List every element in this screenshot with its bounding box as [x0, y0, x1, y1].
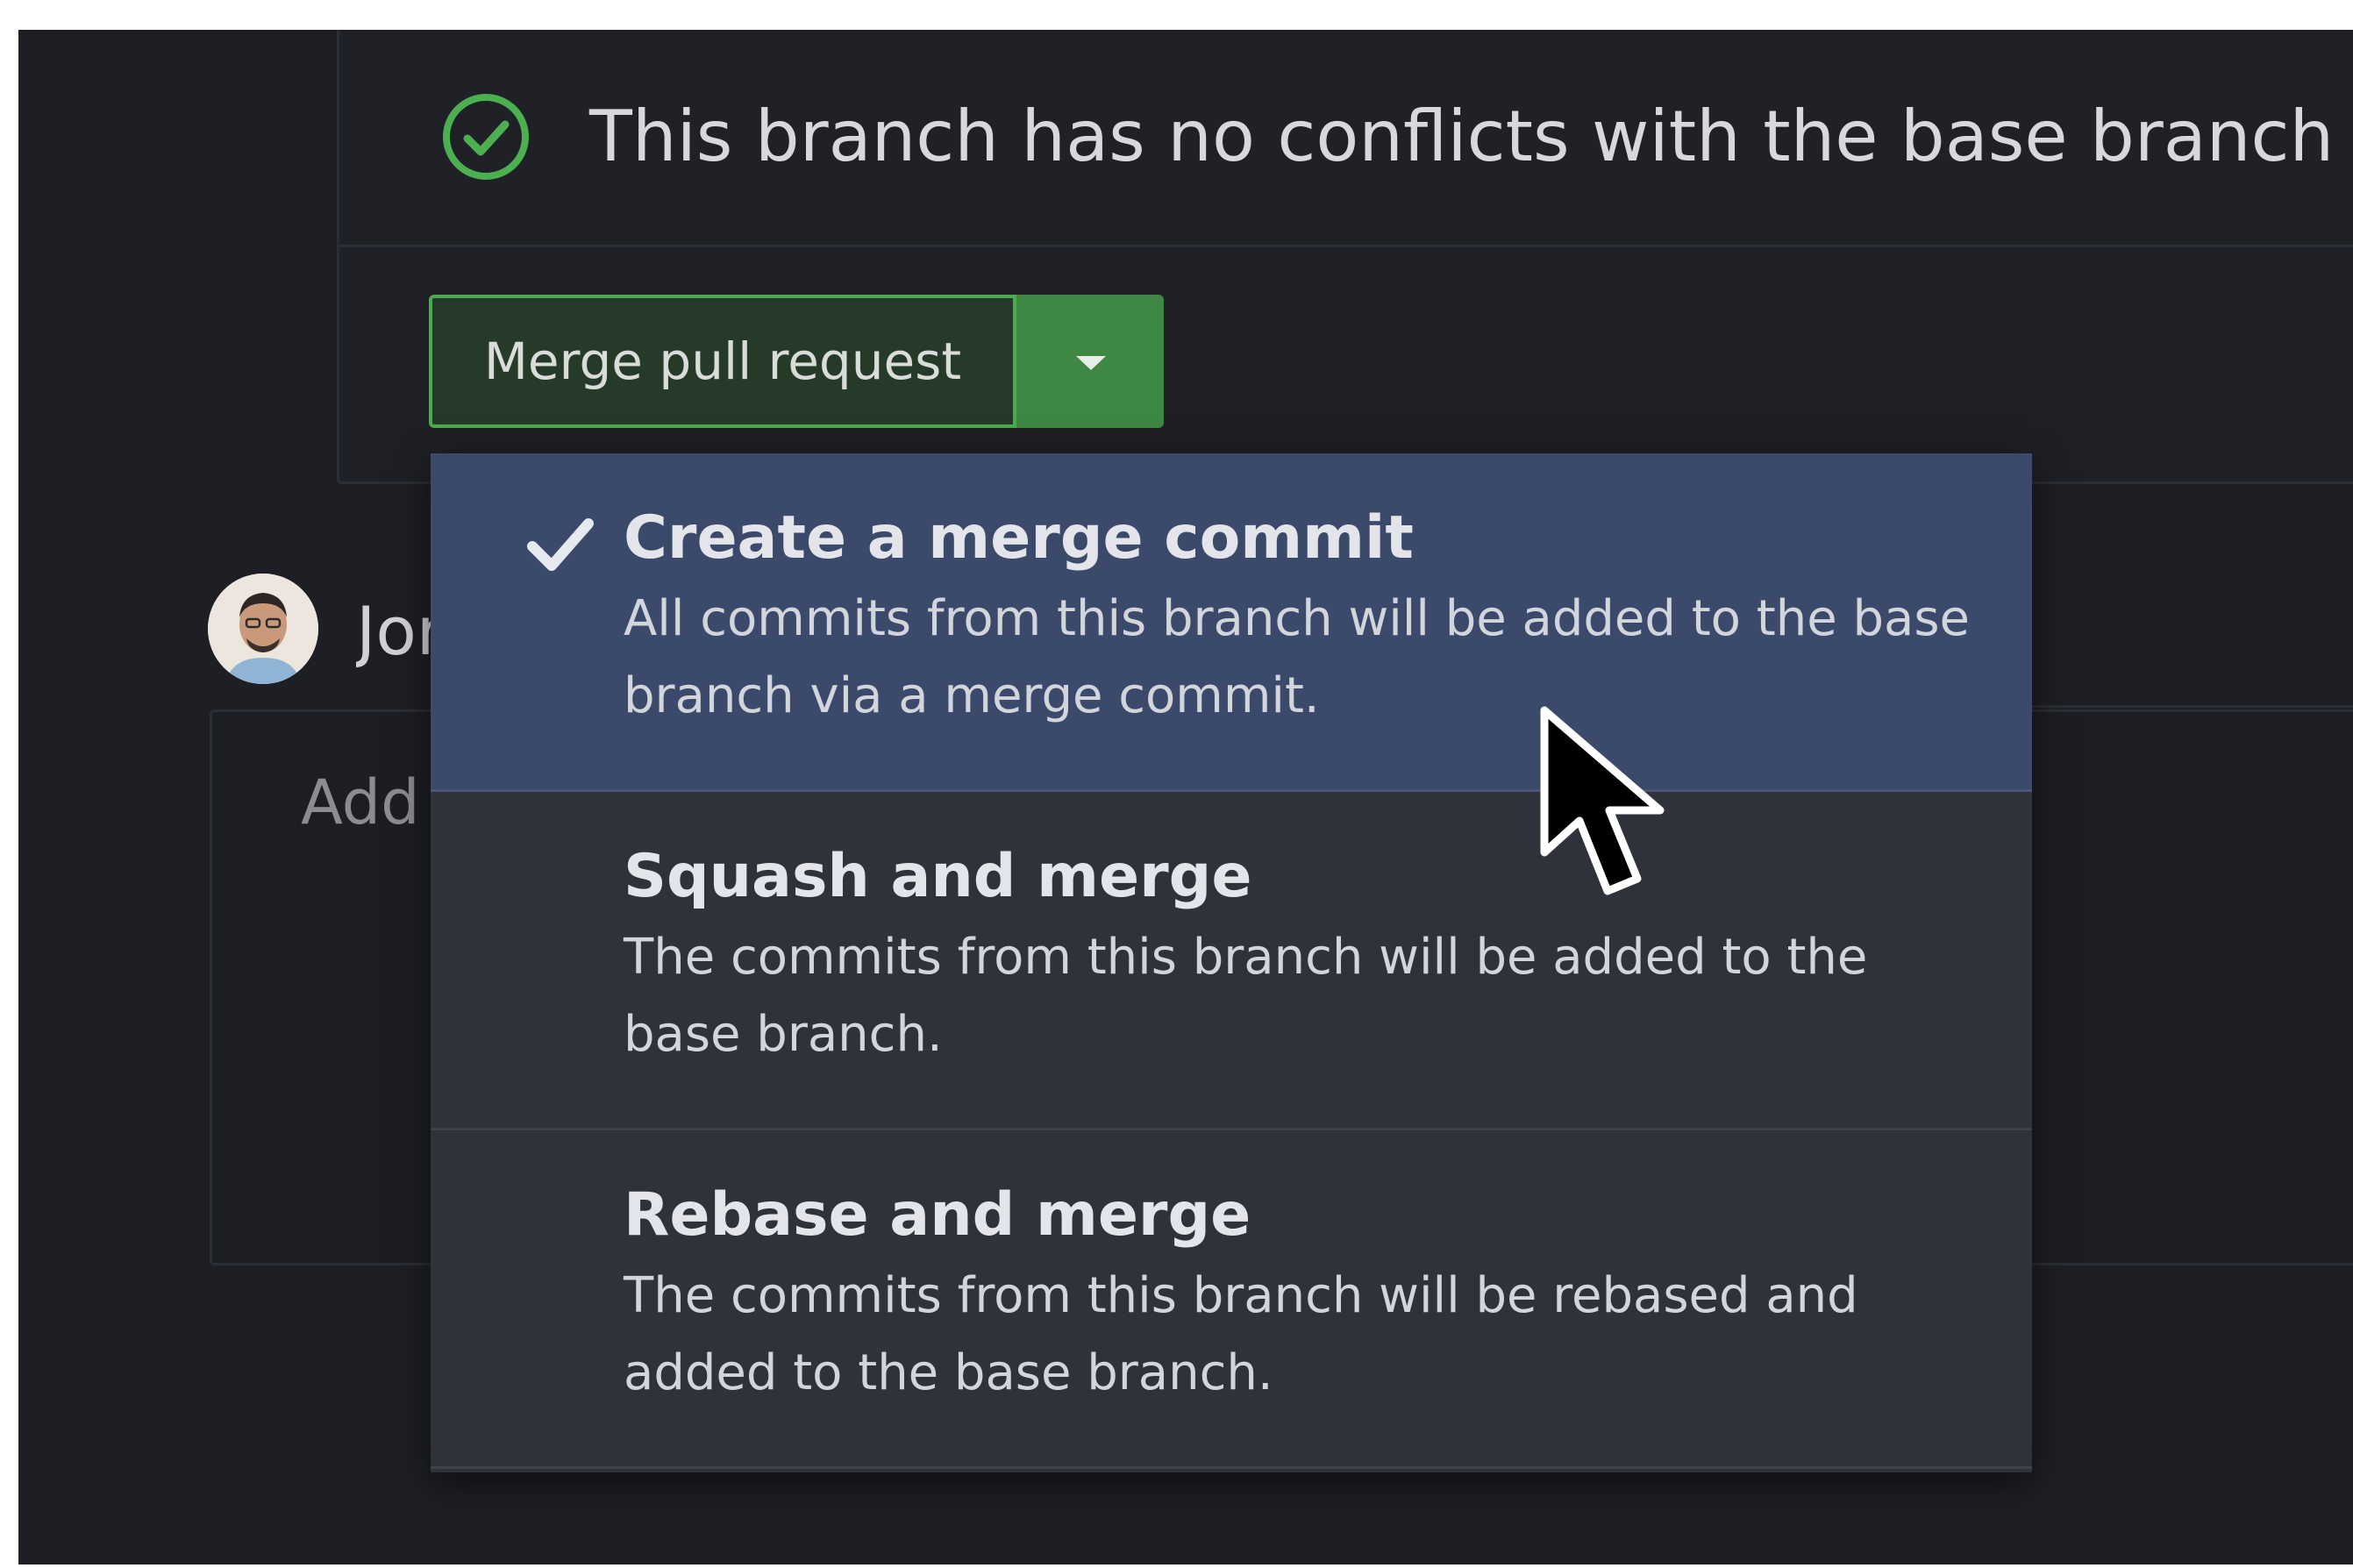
menu-item-title: Squash and merge [624, 842, 1252, 911]
avatar-portrait [208, 574, 318, 684]
comment-placeholder: Add [301, 766, 420, 838]
avatar[interactable] [208, 574, 318, 684]
merge-status-text: This branch has no conflicts with the ba… [589, 96, 2335, 177]
merge-method-menu: Create a merge commit All commits from t… [431, 453, 2032, 1472]
menu-item-create-merge-commit[interactable]: Create a merge commit All commits from t… [431, 453, 2032, 792]
menu-item-title: Rebase and merge [624, 1180, 1251, 1250]
menu-item-title: Create a merge commit [624, 503, 1414, 573]
menu-item-rebase-and-merge[interactable]: Rebase and merge The commits from this b… [431, 1130, 2032, 1469]
merge-options-toggle-button[interactable] [1016, 295, 1164, 428]
check-circle-icon [443, 94, 529, 180]
comment-header-divider [2009, 705, 2353, 708]
menu-item-description: The commits from this branch will be reb… [624, 1267, 1858, 1401]
menu-item-description: All commits from this branch will be add… [624, 590, 1970, 724]
screen: This branch has no conflicts with the ba… [18, 30, 2353, 1564]
mouse-pointer-icon [1540, 706, 1665, 895]
menu-item-squash-and-merge[interactable]: Squash and merge The commits from this b… [431, 792, 2032, 1130]
menu-item-description: The commits from this branch will be add… [624, 929, 1868, 1063]
merge-status-row: This branch has no conflicts with the ba… [339, 30, 2353, 247]
merge-pull-request-button[interactable]: Merge pull request [429, 295, 1016, 428]
checkmark-icon [527, 518, 594, 571]
caret-down-icon [1076, 356, 1106, 370]
